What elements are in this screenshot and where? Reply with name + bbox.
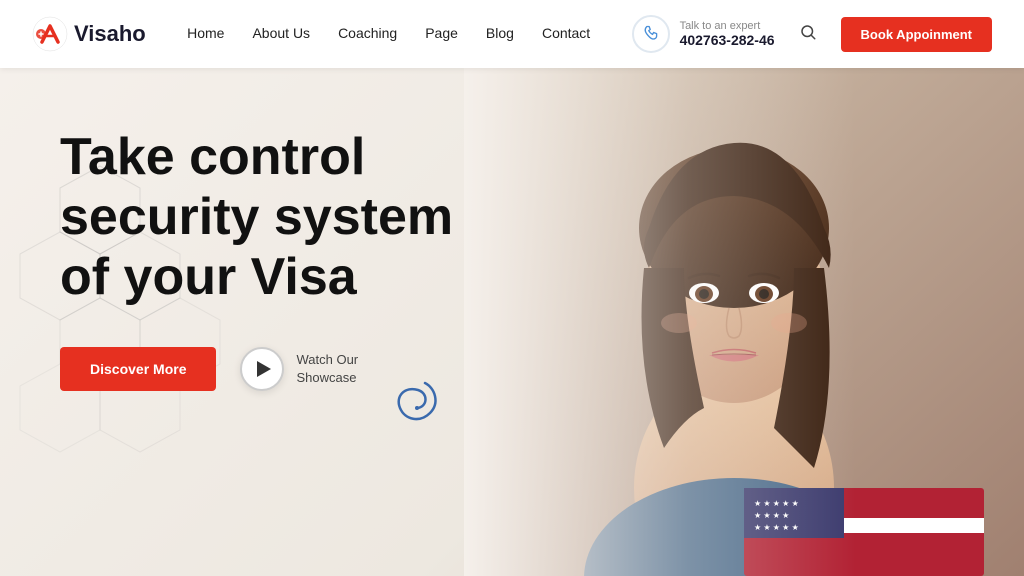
phone-icon bbox=[632, 15, 670, 53]
decorative-swirl bbox=[390, 378, 440, 443]
logo-icon bbox=[32, 16, 68, 52]
nav-links: Home About Us Coaching Page Blog Contact bbox=[187, 25, 590, 43]
search-button[interactable] bbox=[791, 19, 825, 50]
hero-actions: Discover More Watch Our Showcase bbox=[60, 347, 540, 391]
phone-block: Talk to an expert 402763-282-46 bbox=[632, 15, 775, 53]
book-appointment-button[interactable]: Book Appoinment bbox=[841, 17, 992, 52]
play-icon bbox=[257, 361, 271, 377]
nav-item-about[interactable]: About Us bbox=[252, 25, 310, 43]
phone-svg bbox=[642, 25, 660, 43]
phone-info: Talk to an expert 402763-282-46 bbox=[680, 20, 775, 48]
discover-more-button[interactable]: Discover More bbox=[60, 347, 216, 391]
phone-label: Talk to an expert bbox=[680, 20, 775, 32]
phone-number: 402763-282-46 bbox=[680, 32, 775, 48]
hero-title-line2: security system bbox=[60, 188, 453, 246]
navbar: Visaho Home About Us Coaching Page Blog … bbox=[0, 0, 1024, 68]
nav-link-contact[interactable]: Contact bbox=[542, 25, 590, 41]
woman-illustration: ★ ★ ★ ★ ★ ★ ★ ★ ★ ★ ★ ★ ★ ★ bbox=[464, 68, 1024, 576]
nav-item-page[interactable]: Page bbox=[425, 25, 458, 43]
nav-item-coaching[interactable]: Coaching bbox=[338, 25, 397, 43]
watch-wrap: Watch Our Showcase bbox=[240, 347, 358, 391]
hero-title-line3: of your Visa bbox=[60, 248, 357, 306]
search-icon bbox=[799, 23, 817, 41]
nav-link-blog[interactable]: Blog bbox=[486, 25, 514, 41]
brand-name: Visaho bbox=[74, 21, 146, 47]
nav-link-coaching[interactable]: Coaching bbox=[338, 25, 397, 41]
hero-title-line1: Take control bbox=[60, 128, 365, 186]
nav-item-home[interactable]: Home bbox=[187, 25, 224, 43]
nav-item-blog[interactable]: Blog bbox=[486, 25, 514, 43]
hero-section: ★ ★ ★ ★ ★ ★ ★ ★ ★ ★ ★ ★ ★ ★ Take control… bbox=[0, 68, 1024, 576]
nav-link-about[interactable]: About Us bbox=[252, 25, 310, 41]
hero-content: Take control security system of your Vis… bbox=[60, 128, 540, 391]
nav-right: Talk to an expert 402763-282-46 Book App… bbox=[632, 15, 992, 53]
hero-title: Take control security system of your Vis… bbox=[60, 128, 540, 307]
nav-link-page[interactable]: Page bbox=[425, 25, 458, 41]
play-button[interactable] bbox=[240, 347, 284, 391]
watch-text: Watch Our Showcase bbox=[296, 351, 358, 387]
hero-image: ★ ★ ★ ★ ★ ★ ★ ★ ★ ★ ★ ★ ★ ★ bbox=[464, 68, 1024, 576]
logo-link[interactable]: Visaho bbox=[32, 16, 146, 52]
nav-item-contact[interactable]: Contact bbox=[542, 25, 590, 43]
nav-link-home[interactable]: Home bbox=[187, 25, 224, 41]
swirl-svg bbox=[390, 378, 440, 438]
